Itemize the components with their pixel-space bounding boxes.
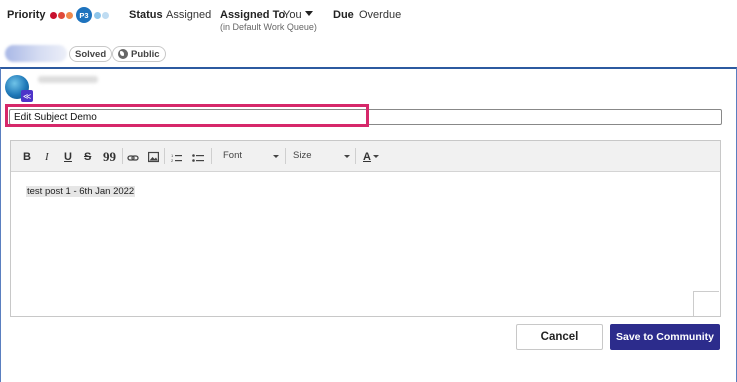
solved-badge[interactable]: Solved bbox=[69, 46, 113, 62]
font-dropdown[interactable]: Font bbox=[223, 150, 242, 161]
rich-text-editor[interactable]: B I U S 99 1 2 Font Size A test post 1 -… bbox=[10, 140, 721, 317]
chevron-down-icon[interactable] bbox=[305, 11, 313, 16]
priority-dot bbox=[66, 11, 73, 19]
ticket-meta-bar: Priority P3 Status Assigned Assigned To … bbox=[0, 0, 737, 42]
underline-button[interactable]: U bbox=[64, 150, 72, 164]
priority-dot bbox=[50, 11, 57, 19]
assigned-queue: (in Default Work Queue) bbox=[220, 22, 317, 32]
status-label: Status bbox=[129, 9, 163, 21]
subject-input[interactable] bbox=[9, 109, 722, 125]
public-badge[interactable]: Public bbox=[112, 46, 166, 62]
save-to-community-button[interactable]: Save to Community bbox=[610, 324, 720, 350]
quote-button[interactable]: 99 bbox=[103, 150, 116, 164]
editor-resize-handle[interactable] bbox=[693, 291, 719, 316]
priority-dot bbox=[58, 11, 65, 19]
toolbar-divider bbox=[164, 148, 165, 164]
toolbar-divider bbox=[355, 148, 356, 164]
italic-button[interactable]: I bbox=[45, 150, 49, 164]
cancel-button[interactable]: Cancel bbox=[516, 324, 603, 350]
priority-dot bbox=[94, 11, 101, 19]
blurred-tag bbox=[5, 45, 67, 62]
editor-toolbar: B I U S 99 1 2 Font Size A bbox=[11, 141, 720, 172]
chevron-down-icon[interactable] bbox=[273, 155, 279, 158]
chevron-down-icon[interactable] bbox=[344, 155, 350, 158]
editor-body-text[interactable]: test post 1 - 6th Jan 2022 bbox=[26, 186, 136, 197]
link-icon[interactable] bbox=[127, 151, 139, 165]
font-color-button[interactable]: A bbox=[363, 150, 371, 164]
strikethrough-button[interactable]: S bbox=[84, 150, 91, 164]
priority-badge: P3 bbox=[76, 7, 92, 23]
toolbar-divider bbox=[122, 148, 123, 164]
due-value: Overdue bbox=[359, 9, 402, 21]
toolbar-divider bbox=[211, 148, 212, 164]
public-badge-label: Public bbox=[131, 48, 160, 60]
svg-text:2: 2 bbox=[171, 158, 174, 163]
status-value: Assigned bbox=[166, 9, 212, 21]
due-label: Due bbox=[333, 9, 354, 21]
solved-badge-label: Solved bbox=[75, 48, 107, 60]
priority-dot bbox=[102, 11, 109, 19]
chevron-down-icon[interactable] bbox=[373, 155, 379, 158]
assigned-to-value[interactable]: You bbox=[283, 9, 302, 21]
globe-icon bbox=[118, 49, 128, 59]
community-badge-icon: ≪ bbox=[21, 90, 33, 102]
bullet-list-icon[interactable] bbox=[192, 151, 204, 165]
priority-label: Priority bbox=[7, 9, 46, 21]
image-icon[interactable] bbox=[148, 150, 159, 164]
blurred-author-name bbox=[38, 76, 98, 83]
toolbar-divider bbox=[285, 148, 286, 164]
bold-button[interactable]: B bbox=[23, 150, 31, 164]
assigned-to-label: Assigned To bbox=[220, 9, 286, 21]
priority-indicator[interactable]: P3 bbox=[50, 6, 110, 24]
numbered-list-icon[interactable]: 1 2 bbox=[171, 151, 182, 165]
size-dropdown[interactable]: Size bbox=[293, 150, 311, 161]
